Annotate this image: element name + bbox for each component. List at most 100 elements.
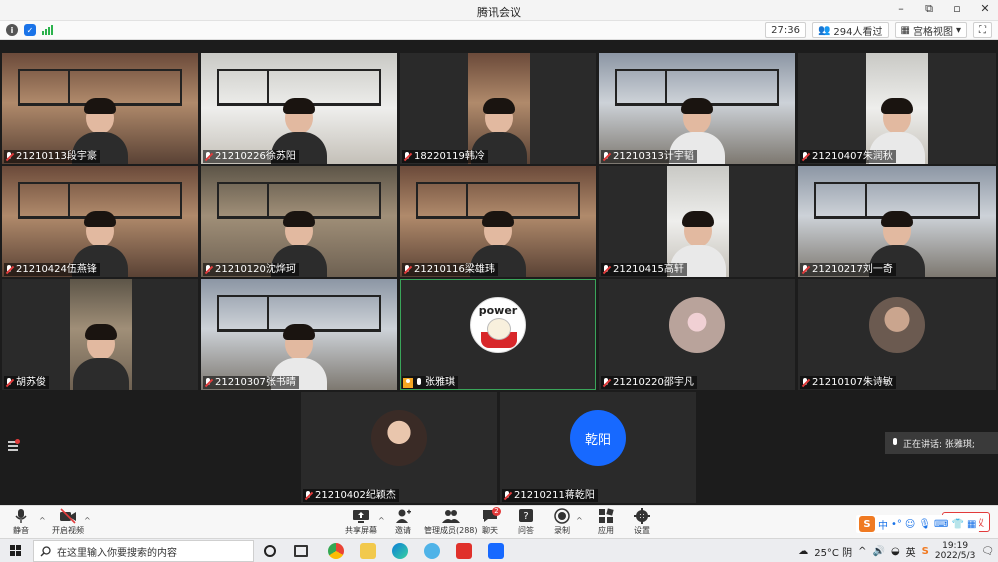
close-button[interactable]: ✕ [978,2,992,16]
video-tile[interactable]: 21210415高轩 [599,166,795,277]
meeting-app: 腾讯会议 – ⧉ ▫ ✕ i ✓ 27:36 👥 294人看过 ▦ 宫格视图 ▾ ⛶ … [0,0,998,562]
shield-icon[interactable]: ✓ [24,24,36,36]
voice-input-icon[interactable]: 🎙 [918,519,931,530]
clock[interactable]: 19:19 2022/5/3 [935,541,975,561]
share-screen-button[interactable]: 共享屏幕 [345,508,377,536]
fullscreen-button[interactable]: ⛶ [973,22,992,38]
manage-members-button[interactable]: 管理成员(288) [424,508,478,536]
video-tile[interactable]: 21210313计宇韬 [599,53,795,164]
video-tile[interactable]: 21210217刘一奇 [798,166,996,277]
participant-label: 18220119韩冷 [402,150,488,163]
participant-label: 21210211蒋乾阳 [502,489,598,502]
weather-text[interactable]: 25°C 阴 [814,544,852,559]
avatar [869,297,925,353]
participant-label: 21210107朱诗敏 [800,376,896,389]
tencent-meeting-icon[interactable] [488,543,504,559]
mute-button[interactable]: 静音 [12,508,30,536]
minimize-button[interactable]: – [894,2,908,16]
svg-text:?: ? [523,511,528,522]
meeting-status-bar: i ✓ 27:36 👥 294人看过 ▦ 宫格视图 ▾ ⛶ [0,21,998,40]
mic-muted-icon [403,264,412,275]
share-options-caret[interactable]: ^ [378,516,385,525]
file-explorer-icon[interactable] [360,543,376,559]
video-tile[interactable]: 21210226徐苏阳 [201,53,397,164]
participant-label: 21210407朱润秋 [800,150,896,163]
video-tile[interactable]: 21210402纪颖杰 [301,392,497,503]
emoji-icon[interactable]: ☺ [905,519,915,530]
record-options-caret[interactable]: ^ [576,516,583,525]
host-icon [403,377,413,388]
chrome-icon[interactable] [328,543,344,559]
windows-start-icon[interactable] [10,545,22,557]
volume-icon[interactable]: 🔊 [872,546,884,557]
edge-icon[interactable] [392,543,408,559]
ime-logo-icon[interactable]: S [859,516,875,532]
task-view-icon[interactable] [294,545,308,557]
video-tile[interactable]: 乾阳 21210211蒋乾阳 [500,392,696,503]
meeting-timer: 27:36 [765,22,806,38]
participant-label: 21210313计宇韬 [601,150,697,163]
restore-icon[interactable]: ⧉ [922,2,936,16]
mic-icon [891,438,899,448]
view-mode-label: 宫格视图 [912,26,953,38]
invite-button[interactable]: 邀请 [394,508,412,536]
video-tile[interactable]: 21210307张书晴 [201,279,397,390]
mic-muted-icon [602,151,611,162]
mute-options-caret[interactable]: ^ [39,516,46,525]
ime-lang-toggle[interactable]: 中 [878,517,888,532]
apps-icon [599,508,614,523]
video-options-caret[interactable]: ^ [84,516,91,525]
qa-button[interactable]: ? 问答 [517,508,535,536]
question-icon: ? [519,509,533,522]
apps-button[interactable]: 应用 [597,508,615,536]
toolbox-icon[interactable]: ▦ [967,519,976,530]
video-tile[interactable]: 胡苏俊 [2,279,198,390]
network-icon[interactable]: ◒ [891,546,900,557]
viewers-count: 294人看过 [833,26,883,38]
notification-icon[interactable]: 🗨 [981,546,994,557]
record-button[interactable]: 录制 [553,508,571,536]
participant-label: 21210120沈烨珂 [203,263,299,276]
sogou-tray-icon[interactable]: S [922,546,929,557]
browser-icon[interactable] [424,543,440,559]
signal-icon[interactable] [42,25,53,35]
mic-muted-icon [801,377,810,388]
microphone-icon [15,509,27,523]
add-user-icon [396,509,411,523]
video-tile[interactable]: 21210407朱润秋 [798,53,996,164]
input-lang[interactable]: 英 [906,544,916,559]
maximize-button[interactable]: ▫ [950,2,964,16]
cortana-icon[interactable] [264,545,276,557]
fullscreen-icon: ⛶ [979,24,986,36]
wps-icon[interactable] [456,543,472,559]
participant-label: 21210217刘一奇 [800,263,896,276]
title-bar: 腾讯会议 – ⧉ ▫ ✕ [0,0,998,21]
mic-muted-icon [204,151,213,162]
info-icon[interactable]: i [6,24,18,36]
video-tile[interactable]: 21210116梁雄玮 [400,166,596,277]
skin-icon[interactable]: 👕 [951,519,963,530]
video-tile[interactable]: 21210220邵宇凡 [599,279,795,390]
tray-expand-icon[interactable]: ^ [858,546,866,557]
ime-punct-toggle[interactable]: •° [891,519,902,530]
avatar: power [470,297,526,353]
participant-label: 21210220邵宇凡 [601,376,697,389]
taskbar-search[interactable]: 在这里输入你要搜索的内容 [33,540,254,562]
mic-muted-icon [5,264,14,275]
video-button[interactable]: 开启视频 [52,508,84,536]
video-tile[interactable]: 21210113段宇豪 [2,53,198,164]
view-mode-button[interactable]: ▦ 宫格视图 ▾ [894,22,967,38]
video-tile[interactable]: 21210120沈烨珂 [201,166,397,277]
video-tile[interactable]: 18220119韩冷 [400,53,596,164]
video-tile[interactable]: 21210107朱诗敏 [798,279,996,390]
meeting-toolbar: 静音 ^ 开启视频 ^ 共享屏幕 ^ 邀请 管理成员(288) 聊天 2 ? 问… [0,505,998,538]
participant-label: 胡苏俊 [4,376,49,389]
mic-muted-icon [403,151,412,162]
video-tile-active-speaker[interactable]: power 张雅琪 [400,279,596,390]
keyboard-icon[interactable]: ⌨ [934,519,948,530]
settings-button[interactable]: 设置 [633,508,651,536]
mic-muted-icon [602,377,611,388]
participant-list-icon[interactable] [6,439,20,451]
viewers-button[interactable]: 👥 294人看过 [811,22,889,38]
video-tile[interactable]: 21210424伍燕锋 [2,166,198,277]
